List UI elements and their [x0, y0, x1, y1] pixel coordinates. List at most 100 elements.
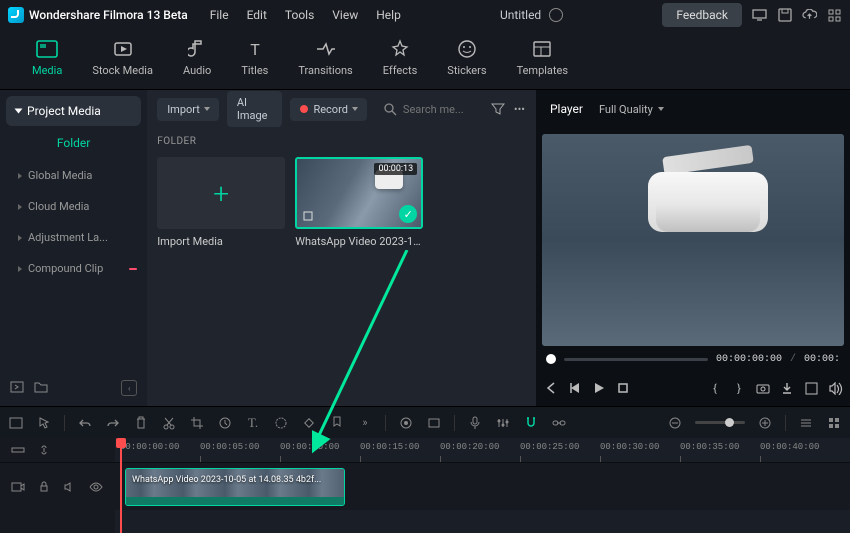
video-track-icon — [10, 479, 26, 495]
timeline-ruler-icon[interactable] — [10, 442, 26, 458]
monitor-icon[interactable] — [752, 8, 767, 23]
titles-icon: T — [244, 38, 266, 60]
speed-icon[interactable] — [217, 415, 233, 431]
fullscreen-icon[interactable] — [802, 379, 820, 397]
menu-view[interactable]: View — [332, 8, 358, 22]
track-header[interactable] — [0, 462, 115, 510]
stop-icon[interactable] — [614, 379, 632, 397]
audio-icon — [186, 38, 208, 60]
crop-icon — [301, 209, 315, 223]
media-clip-card[interactable]: 00:00:13 ✓ WhatsApp Video 2023-10-05... — [295, 157, 423, 248]
record-button[interactable]: Record — [290, 98, 366, 121]
expand-panel-icon[interactable] — [10, 381, 24, 395]
color-icon[interactable] — [273, 415, 289, 431]
volume-icon[interactable] — [826, 379, 844, 397]
menu-tools[interactable]: Tools — [285, 8, 314, 22]
feedback-button[interactable]: Feedback — [662, 3, 742, 27]
search-input[interactable] — [403, 103, 483, 116]
select-tool-icon[interactable] — [36, 415, 52, 431]
save-icon[interactable] — [777, 8, 792, 23]
chevron-down-icon — [15, 109, 23, 114]
ribbon-effects[interactable]: Effects — [383, 38, 418, 89]
folder-tab[interactable]: Folder — [0, 126, 147, 160]
apps-grid-icon[interactable] — [827, 8, 842, 23]
zoom-out-icon[interactable] — [667, 415, 683, 431]
sync-icon[interactable] — [549, 8, 563, 22]
prev-frame-icon[interactable] — [542, 379, 560, 397]
media-icon — [36, 38, 58, 60]
ribbon-titles[interactable]: T Titles — [241, 38, 268, 89]
new-badge — [129, 268, 137, 270]
mixer-icon[interactable] — [495, 415, 511, 431]
marker-icon[interactable] — [329, 415, 345, 431]
more-tools-icon[interactable]: » — [357, 415, 373, 431]
play-backward-icon[interactable] — [566, 379, 584, 397]
magnet-icon[interactable] — [523, 415, 539, 431]
mark-out-icon[interactable]: } — [730, 379, 748, 397]
snapshot-icon[interactable] — [754, 379, 772, 397]
mark-in-icon[interactable]: { — [706, 379, 724, 397]
preview-screen[interactable] — [542, 134, 844, 346]
player-tab[interactable]: Player — [550, 102, 583, 116]
sidebar-adjustment-layer[interactable]: Adjustment La... — [0, 222, 147, 253]
plus-icon: + — [213, 177, 229, 210]
ribbon-media[interactable]: Media — [32, 38, 62, 89]
more-icon[interactable]: ••• — [513, 101, 526, 117]
quality-dropdown[interactable]: Full Quality — [599, 103, 663, 116]
ribbon-stickers[interactable]: Stickers — [447, 38, 486, 89]
sidebar-cloud-media[interactable]: Cloud Media — [0, 191, 147, 222]
timecode-total: 00:00: — [804, 354, 840, 365]
ribbon-audio[interactable]: Audio — [183, 38, 211, 89]
effects-icon — [389, 38, 411, 60]
sidebar-global-media[interactable]: Global Media — [0, 160, 147, 191]
zoom-slider[interactable] — [695, 421, 745, 424]
project-media-header[interactable]: Project Media — [6, 96, 141, 126]
new-folder-icon[interactable] — [34, 381, 48, 395]
menu-help[interactable]: Help — [376, 8, 401, 22]
keyframe-icon[interactable] — [301, 415, 317, 431]
crop-tool-icon[interactable] — [189, 415, 205, 431]
track-visibility-icon[interactable] — [88, 479, 104, 495]
filter-icon[interactable] — [491, 101, 505, 117]
timeline-ruler[interactable]: 00:00:00:00 00:00:05:00 00:00:10:00 00:0… — [115, 438, 850, 462]
ai-image-button[interactable]: AI Image — [227, 91, 283, 127]
link-icon[interactable] — [551, 415, 567, 431]
fit-zoom-icon[interactable] — [798, 415, 814, 431]
undo-icon[interactable] — [77, 415, 93, 431]
ribbon-transitions[interactable]: Transitions — [298, 38, 352, 89]
link-toggle-icon[interactable] — [36, 442, 52, 458]
cloud-upload-icon[interactable] — [802, 8, 817, 23]
cut-icon[interactable] — [161, 415, 177, 431]
timeline-clip[interactable]: WhatsApp Video 2023-10-05 at 14.08.35 4b… — [125, 468, 345, 506]
project-title[interactable]: Untitled — [500, 8, 541, 22]
stickers-icon — [456, 38, 478, 60]
transitions-icon — [315, 38, 337, 60]
track-lock-icon[interactable] — [36, 479, 52, 495]
text-tool-icon[interactable]: T. — [245, 415, 261, 431]
import-media-card[interactable]: + Import Media — [157, 157, 285, 248]
menu-file[interactable]: File — [210, 8, 229, 22]
delete-icon[interactable] — [133, 415, 149, 431]
ribbon-templates[interactable]: Templates — [517, 38, 568, 89]
main-menu: File Edit Tools View Help — [210, 8, 401, 22]
collapse-sidebar-button[interactable]: ‹ — [121, 380, 137, 396]
timeline-options-icon[interactable] — [826, 415, 842, 431]
play-icon[interactable] — [590, 379, 608, 397]
redo-icon[interactable] — [105, 415, 121, 431]
sidebar-compound-clip[interactable]: Compound Clip — [0, 253, 147, 284]
menu-edit[interactable]: Edit — [247, 8, 267, 22]
zoom-in-icon[interactable] — [757, 415, 773, 431]
render-icon[interactable] — [426, 415, 442, 431]
playhead-dot-icon[interactable] — [546, 354, 556, 364]
import-button[interactable]: Import — [157, 98, 219, 121]
templates-icon — [531, 38, 553, 60]
download-icon[interactable] — [778, 379, 796, 397]
layout-icon[interactable] — [8, 415, 24, 431]
mic-icon[interactable] — [467, 415, 483, 431]
track-mute-icon[interactable] — [62, 479, 78, 495]
adjust-icon[interactable] — [398, 415, 414, 431]
video-track[interactable]: WhatsApp Video 2023-10-05 at 14.08.35 4b… — [115, 462, 850, 510]
ribbon-stock-media[interactable]: Stock Media — [92, 38, 153, 89]
scrub-bar[interactable]: 00:00:00:00 / 00:00: — [536, 348, 850, 370]
playhead[interactable] — [120, 438, 122, 533]
